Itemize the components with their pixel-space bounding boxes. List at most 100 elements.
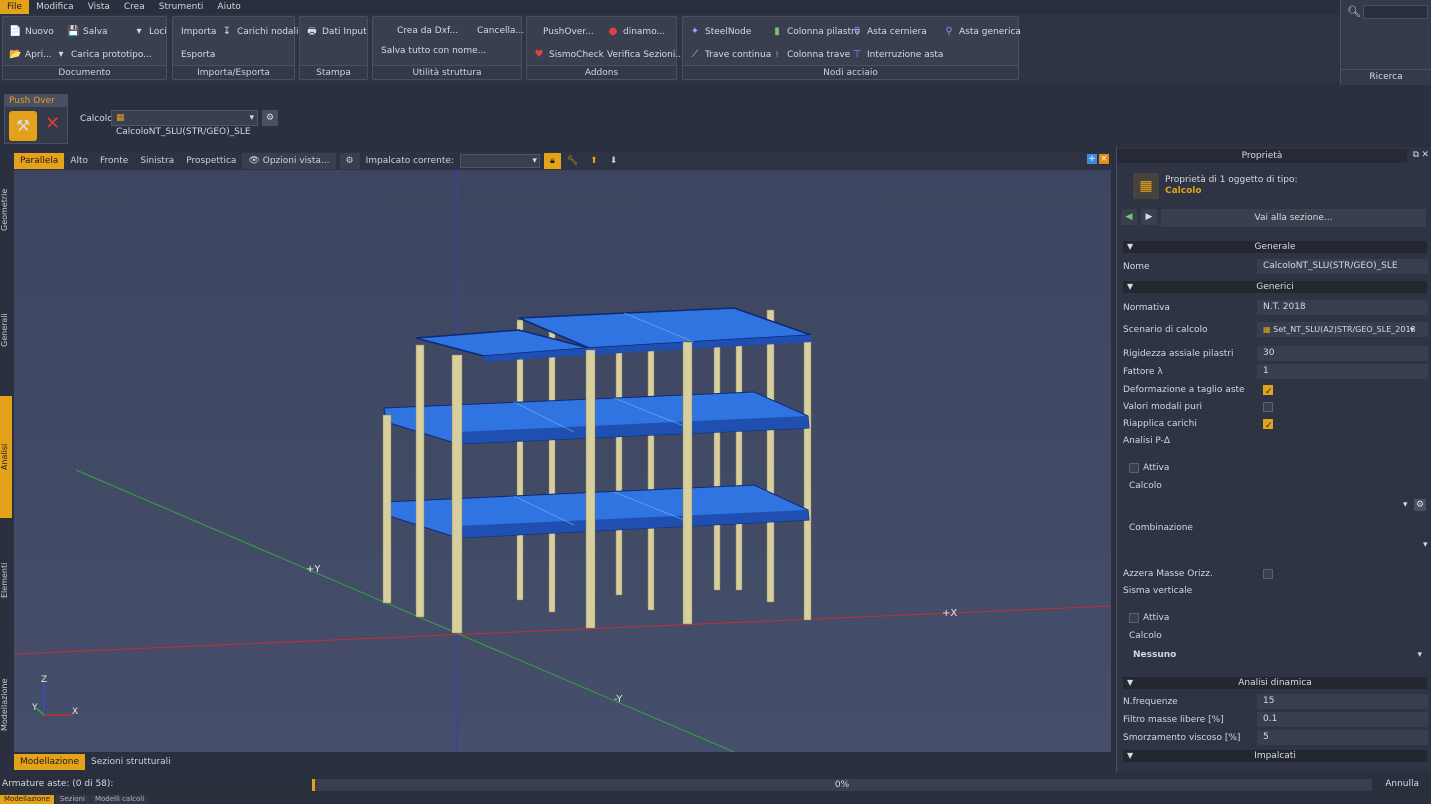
salva-button[interactable]: 💾 Salva (67, 24, 108, 40)
apri-button[interactable]: 📂 Apri... (9, 47, 52, 63)
riapplica-checkbox[interactable] (1263, 418, 1273, 434)
float-icon[interactable]: ⧉ (1413, 150, 1419, 160)
tab-modellazione-bottom[interactable]: Modellazione (14, 754, 86, 770)
sismocheck-icon: ♥ (534, 49, 544, 60)
azzera-checkbox[interactable] (1263, 569, 1273, 579)
tab-geometrie[interactable]: Geometrie (0, 170, 12, 250)
down-level-icon[interactable]: ⬇ (604, 153, 624, 169)
footer-tab-modelli[interactable]: Modelli calcoli (90, 795, 149, 804)
run-pushover-icon[interactable]: ⚒ (9, 111, 37, 141)
collapse-icon: ▼ (1127, 242, 1134, 251)
view-fronte[interactable]: Fronte (94, 153, 134, 169)
rigidezza-field[interactable]: 30 (1257, 346, 1428, 361)
wrench-icon[interactable]: 🔧︎ (561, 153, 584, 169)
dati-input-button[interactable]: 🖶 Dati Input (306, 24, 366, 40)
filtro-field[interactable]: 0.1 (1257, 712, 1428, 727)
close-icon[interactable]: ✕ (1421, 150, 1429, 160)
view-alto[interactable]: Alto (64, 153, 94, 169)
section-impalcati[interactable]: ▼ Impalcati (1123, 750, 1427, 762)
load-icon: ↧ (222, 26, 232, 37)
trave-continua-button[interactable]: ⟋ Trave continua (689, 47, 772, 63)
section-generale[interactable]: ▼ Generale (1123, 241, 1427, 253)
view-prospettica[interactable]: Prospettica (180, 153, 242, 169)
tab-elementi[interactable]: Elementi (0, 550, 12, 610)
pushover-button[interactable]: PushOver... (543, 24, 594, 40)
chevron-down-icon: ▾ (249, 113, 254, 123)
close-icon[interactable]: ✕ (45, 113, 60, 134)
menu-file[interactable]: File (0, 0, 30, 14)
menu-crea[interactable]: Crea (117, 0, 152, 14)
nuovo-button[interactable]: 📄 Nuovo (9, 24, 54, 40)
3d-viewport[interactable]: +Y +X -Y Z X Y (14, 170, 1111, 752)
section-generici[interactable]: ▼ Generici (1123, 281, 1427, 293)
maximize-icon[interactable]: + (1087, 154, 1097, 164)
settings-icon[interactable]: ⚙ (262, 110, 278, 126)
nfreq-field[interactable]: 15 (1257, 694, 1428, 709)
colonna-pilastro-button[interactable]: ▮ Colonna pilastro (771, 24, 860, 40)
deformazione-checkbox[interactable] (1263, 384, 1273, 400)
valori-modali-checkbox[interactable] (1263, 402, 1273, 412)
attiva-pd-checkbox[interactable] (1129, 463, 1139, 473)
view-sinistra[interactable]: Sinistra (134, 153, 180, 169)
footer-tab-modellazione[interactable]: Modellazione (0, 795, 54, 804)
importa-button[interactable]: Importa (181, 24, 216, 40)
menu-aiuto[interactable]: Aiuto (210, 0, 247, 14)
annulla-button[interactable]: Annulla (1385, 779, 1419, 789)
calcolo-select[interactable]: ▦ CalcoloNT_SLU(STR/GEO)_SLE ▾ (111, 110, 258, 137)
calc-icon: ▦ (1263, 325, 1274, 334)
menu-vista[interactable]: Vista (81, 0, 117, 14)
chevron-down-icon[interactable]: ▾ (1403, 500, 1408, 510)
locali-button[interactable]: ▾ Loci (133, 24, 166, 40)
chevron-down-icon[interactable]: ▾ (1423, 540, 1428, 550)
opzioni-vista-button[interactable]: 👁︎ Opzioni vista... (242, 153, 336, 169)
search-input[interactable] (1363, 5, 1428, 19)
bar-icon: ⚲ (945, 26, 953, 37)
properties-title: Proprietà (1117, 149, 1407, 163)
back-icon[interactable]: ◀ (1121, 209, 1137, 225)
asta-generica-button[interactable]: ⚲ Asta generica (943, 24, 1021, 40)
menu-modifica[interactable]: Modifica (29, 0, 81, 14)
footer-tabs: Modellazione Sezioni Modelli calcoli (0, 795, 150, 804)
scenario-select[interactable]: ▦ Set_NT_SLU(A2)STR/GEO_SLE_2018 ▾ (1257, 322, 1428, 337)
view-parallela[interactable]: Parallela (14, 153, 65, 169)
sismocheck-button[interactable]: ♥ SismoCheck (533, 47, 604, 63)
crea-dxf-button[interactable]: Crea da Dxf... (397, 23, 458, 39)
tab-modellazione[interactable]: Modellazione (0, 670, 12, 740)
dinamo-button[interactable]: ● dinamo... (607, 24, 666, 40)
tab-sezioni-strutturali[interactable]: Sezioni strutturali (85, 754, 177, 770)
new-file-icon: 📄 (9, 26, 22, 37)
steelnode-button[interactable]: ✦ SteelNode (689, 24, 752, 40)
attiva-sv-checkbox[interactable] (1129, 613, 1139, 623)
tab-analisi[interactable]: Analisi (0, 396, 12, 518)
settings-icon[interactable]: ⚙ (1414, 499, 1426, 511)
tab-generali[interactable]: Generali (0, 300, 12, 360)
lock-icon[interactable]: 🔒︎ (543, 153, 561, 169)
asta-cerniera-button[interactable]: ⚲ Asta cerniera (851, 24, 926, 40)
up-level-icon[interactable]: ⬆ (584, 153, 604, 169)
forward-icon[interactable]: ▶ (1141, 209, 1157, 225)
section-analisi-dinamica[interactable]: ▼ Analisi dinamica (1123, 677, 1427, 689)
view-settings-icon[interactable]: ⚙ (339, 153, 360, 169)
nome-field[interactable]: CalcoloNT_SLU(STR/GEO)_SLE (1257, 259, 1428, 274)
smorz-field[interactable]: 5 (1257, 730, 1428, 745)
dropdown-icon: ▾ (136, 26, 142, 37)
carichi-nodali-button[interactable]: ↧ Carichi nodali (221, 24, 299, 40)
carica-prototipo-button[interactable]: ▾ Carica prototipo... (55, 47, 151, 63)
vai-alla-sezione-button[interactable]: Vai alla sezione... (1161, 209, 1426, 227)
row-nessuno[interactable]: Nessuno ▾ (1133, 647, 1431, 663)
impalcato-select[interactable]: ▾ (459, 154, 540, 168)
salva-tutto-button[interactable]: Salva tutto con nome... (381, 43, 486, 59)
normativa-field[interactable]: N.T. 2018 (1257, 300, 1428, 315)
menu-strumenti[interactable]: Strumenti (152, 0, 211, 14)
esporta-button[interactable]: Esporta (181, 47, 215, 63)
colonna-trave-button[interactable]: ⟊ Colonna trave (771, 47, 850, 63)
dropdown-icon: ▾ (58, 49, 64, 60)
verifica-sezioni-button[interactable]: Verifica Sezioni... (607, 47, 684, 63)
close-view-icon[interactable]: × (1099, 154, 1109, 164)
pushover-tab[interactable]: Push Over (5, 95, 67, 107)
cancella-button[interactable]: Cancella... (477, 23, 524, 39)
row-attiva-pd: Attiva (1129, 460, 1431, 476)
interruzione-asta-button[interactable]: ⊤ Interruzione asta (851, 47, 944, 63)
footer-tab-sezioni[interactable]: Sezioni (55, 795, 89, 804)
fattore-field[interactable]: 1 (1257, 364, 1428, 379)
